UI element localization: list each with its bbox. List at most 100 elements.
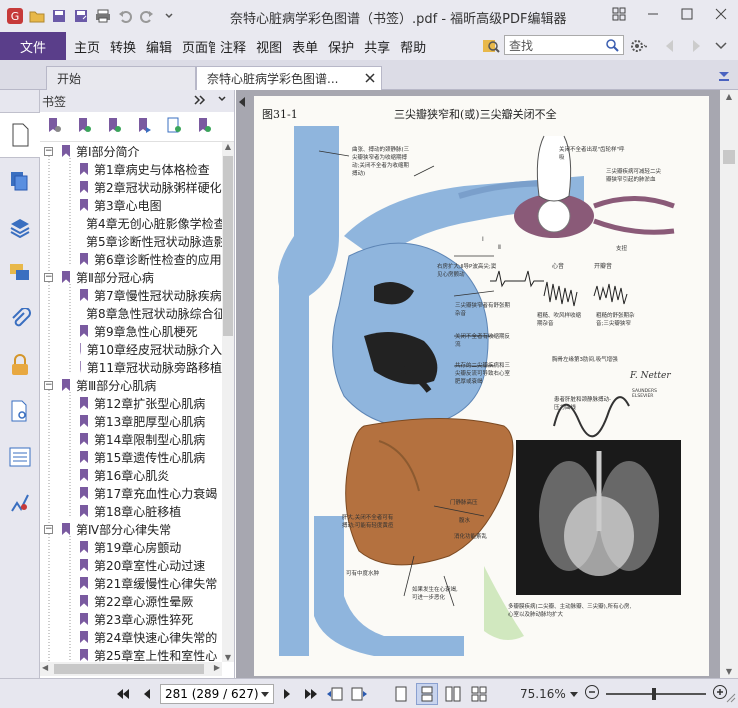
menu-form[interactable]: 表单: [287, 37, 323, 56]
undo-icon[interactable]: [116, 7, 134, 25]
bookmark-chapter[interactable]: 第9章急性心肌梗死: [40, 322, 222, 340]
bookmark-chapter[interactable]: 第21章缓慢性心律失常: [40, 574, 222, 592]
bookmark-chapter[interactable]: 第3章心电图: [40, 196, 222, 214]
bookmark-part[interactable]: − 第Ⅰ部分简介: [40, 142, 222, 160]
page-dropdown-icon[interactable]: [261, 687, 269, 701]
tab-start[interactable]: 开始: [46, 66, 196, 90]
last-page-icon[interactable]: [300, 683, 322, 705]
bookmark-chapter[interactable]: 第7章慢性冠状动脉疾病: [40, 286, 222, 304]
bookmark-chapter[interactable]: 第6章诊断性检查的应用: [40, 250, 222, 268]
scroll-up-icon[interactable]: ▲: [222, 142, 234, 154]
page-thumbnail-search-icon[interactable]: [0, 388, 40, 434]
single-page-view-icon[interactable]: [390, 683, 412, 705]
bookmark-chapter[interactable]: 第18章心脏移植: [40, 502, 222, 520]
facing-view-icon[interactable]: [442, 683, 464, 705]
bookmark-part[interactable]: − 第Ⅳ部分心律失常: [40, 520, 222, 538]
security-lock-icon[interactable]: [0, 342, 40, 388]
panel-toggle-icon[interactable]: [238, 96, 246, 111]
collapse-toggle-icon[interactable]: −: [44, 524, 53, 534]
next-page-icon[interactable]: [276, 683, 298, 705]
customize-qa-chevron-icon[interactable]: [160, 7, 178, 25]
nav-back-icon[interactable]: [664, 39, 676, 56]
doc-scroll-thumb[interactable]: [723, 150, 735, 164]
bookmark-chapter[interactable]: 第13章肥厚型心肌病: [40, 412, 222, 430]
bookmark-chapter[interactable]: 第17章充血性心力衰竭: [40, 484, 222, 502]
maximize-button[interactable]: [670, 0, 704, 28]
delete-bookmark-icon[interactable]: [46, 117, 62, 136]
collapse-toggle-icon[interactable]: −: [44, 272, 53, 282]
bookmark-chapter[interactable]: 第15章遗传性心肌病: [40, 448, 222, 466]
bookmarks-panel-icon[interactable]: [0, 112, 40, 158]
pages-panel-icon[interactable]: [0, 158, 40, 204]
open-folder-icon[interactable]: [28, 7, 46, 25]
bookmark-vertical-scrollbar[interactable]: ▲ ▼: [222, 142, 234, 662]
bookmark-chapter[interactable]: 第1章病史与体格检查: [40, 160, 222, 178]
bookmark-part[interactable]: − 第Ⅱ部分冠心病: [40, 268, 222, 286]
bookmark-from-page-icon[interactable]: [166, 117, 182, 136]
previous-view-icon[interactable]: [324, 683, 346, 705]
layers-panel-icon[interactable]: [0, 204, 40, 250]
settings-gear-icon[interactable]: [629, 37, 649, 58]
next-view-icon[interactable]: [348, 683, 370, 705]
resize-grip-icon[interactable]: [726, 692, 736, 706]
save-as-icon[interactable]: [72, 7, 90, 25]
signature-panel-icon[interactable]: [0, 480, 40, 526]
search-icon[interactable]: [605, 38, 619, 55]
search-input[interactable]: 查找: [504, 35, 624, 55]
scroll-left-icon[interactable]: ◀: [42, 663, 48, 672]
bookmark-part[interactable]: − 第Ⅲ部分心肌病: [40, 376, 222, 394]
app-logo-icon[interactable]: G: [6, 7, 24, 25]
menu-page-management[interactable]: 页面管理: [177, 37, 215, 56]
add-bookmark-icon[interactable]: [76, 117, 92, 136]
scroll-right-icon[interactable]: ▶: [214, 663, 220, 672]
panel-menu-icon[interactable]: [218, 94, 226, 108]
menu-help[interactable]: 帮助: [395, 37, 431, 56]
collapse-panel-icon[interactable]: [194, 94, 206, 108]
print-icon[interactable]: [94, 7, 112, 25]
menu-protect[interactable]: 保护: [323, 37, 359, 56]
menu-home[interactable]: 主页: [69, 37, 105, 56]
zoom-dropdown-icon[interactable]: [569, 687, 578, 701]
bookmark-chapter[interactable]: 第4章无创心脏影像学检查: [40, 214, 222, 232]
bookmark-chapter[interactable]: 第8章急性冠状动脉综合征: [40, 304, 222, 322]
menu-edit[interactable]: 编辑: [141, 37, 177, 56]
bookmark-chapter[interactable]: 第11章冠状动脉旁路移植: [40, 358, 222, 376]
document-view[interactable]: 图31-1 三尖瓣狭窄和(或)三尖瓣关闭不全 曲张、搏动的颈静脉(三尖瓣狭窄者为…: [236, 90, 738, 678]
minimize-button[interactable]: [636, 0, 670, 28]
close-tab-icon[interactable]: [365, 72, 375, 86]
add-child-bookmark-icon[interactable]: [106, 117, 122, 136]
comments-panel-icon[interactable]: [0, 250, 40, 296]
menu-share[interactable]: 共享: [359, 37, 395, 56]
previous-page-icon[interactable]: [136, 683, 158, 705]
tab-document[interactable]: 奈特心脏病学彩色图谱...: [196, 66, 382, 90]
find-icon[interactable]: [482, 37, 500, 58]
scroll-thumb[interactable]: [223, 156, 233, 336]
bookmark-chapter[interactable]: 第10章经皮冠状动脉介入: [40, 340, 222, 358]
doc-scroll-down-icon[interactable]: ▼: [720, 667, 738, 676]
page-number-input[interactable]: 281 (289 / 627): [160, 683, 274, 704]
continuous-view-icon[interactable]: [416, 682, 438, 705]
tab-list-icon[interactable]: [718, 70, 730, 84]
bookmark-horizontal-scrollbar[interactable]: ◀ ▶: [40, 662, 222, 676]
save-icon[interactable]: [50, 7, 68, 25]
restore-layout-icon[interactable]: [602, 0, 636, 28]
bookmark-chapter[interactable]: 第12章扩张型心肌病: [40, 394, 222, 412]
zoom-out-icon[interactable]: [584, 684, 600, 703]
zoom-slider-thumb[interactable]: [651, 687, 656, 700]
bookmark-properties-icon[interactable]: [196, 117, 212, 136]
bookmark-chapter[interactable]: 第23章心源性猝死: [40, 610, 222, 628]
bookmark-chapter[interactable]: 第20章室性心动过速: [40, 556, 222, 574]
menu-view[interactable]: 视图: [251, 37, 287, 56]
menu-comment[interactable]: 注释: [215, 37, 251, 56]
doc-scroll-up-icon[interactable]: ▲: [720, 92, 738, 101]
attachments-panel-icon[interactable]: [0, 296, 40, 342]
nav-forward-icon[interactable]: [690, 39, 702, 56]
ribbon-collapse-icon[interactable]: [714, 39, 728, 56]
collapse-toggle-icon[interactable]: −: [44, 146, 53, 156]
close-window-button[interactable]: [704, 0, 738, 28]
bookmark-chapter[interactable]: 第14章限制型心肌病: [40, 430, 222, 448]
bookmark-chapter[interactable]: 第5章诊断性冠状动脉造影: [40, 232, 222, 250]
bookmark-chapter[interactable]: 第19章心房颤动: [40, 538, 222, 556]
bookmark-chapter[interactable]: 第16章心肌炎: [40, 466, 222, 484]
form-fields-panel-icon[interactable]: [0, 434, 40, 480]
